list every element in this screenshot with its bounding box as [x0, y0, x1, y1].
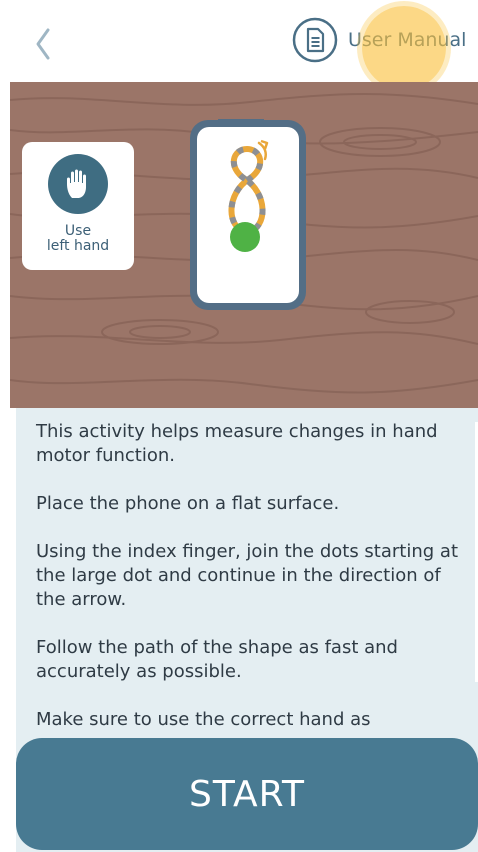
chevron-left-icon	[36, 28, 50, 60]
phone-screen	[197, 127, 299, 303]
start-button-label: START	[188, 773, 306, 815]
left-hand-card: Use left hand	[22, 142, 134, 270]
raised-hand-icon	[67, 169, 86, 198]
user-manual-label: User Manual	[348, 29, 467, 51]
back-button[interactable]	[28, 24, 68, 64]
document-icon	[292, 17, 338, 63]
instruction-paragraph: This activity helps measure changes in h…	[36, 421, 438, 466]
instructions-text: This activity helps measure changes in h…	[16, 408, 478, 726]
instruction-paragraph: Follow the path of the shape as fast and…	[36, 637, 398, 682]
phone-illustration	[190, 119, 306, 310]
instruction-illustration: Use left hand	[10, 82, 478, 408]
instruction-paragraph: Make sure to use the correct hand as	[36, 709, 371, 726]
figure-eight-path	[228, 139, 269, 252]
top-bar: User Manual	[0, 0, 478, 90]
instruction-paragraph: Place the phone on a flat surface.	[36, 493, 340, 514]
hand-icon-circle	[48, 154, 108, 214]
instruction-paragraph: Using the index finger, join the dots st…	[36, 541, 458, 610]
phone-notch	[218, 119, 264, 127]
user-manual-button[interactable]: User Manual	[292, 17, 467, 63]
hand-instruction-label: Use left hand	[46, 223, 110, 254]
start-button[interactable]: START	[16, 738, 478, 850]
start-dot	[230, 222, 260, 252]
